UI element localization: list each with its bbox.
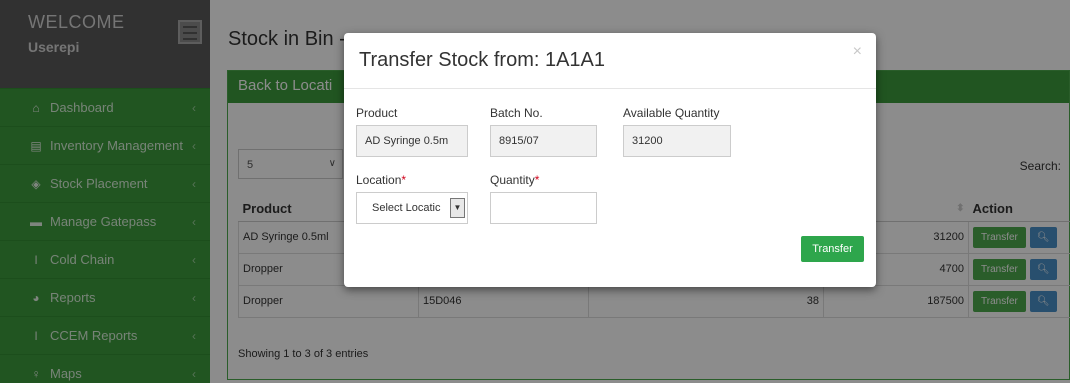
location-label: Location* (356, 173, 406, 187)
required-mark: * (534, 173, 540, 187)
required-mark: * (401, 173, 407, 187)
transfer-stock-modal: Transfer Stock from: 1A1A1 × Product AD … (344, 33, 876, 287)
modal-body: Product AD Syringe 0.5m Batch No. 8915/0… (344, 89, 876, 287)
product-label: Product (356, 106, 398, 120)
available-quantity-field[interactable]: 31200 (623, 125, 731, 157)
available-quantity-label: Available Quantity (623, 106, 720, 120)
transfer-button[interactable]: Transfer (801, 236, 864, 262)
close-icon[interactable]: × (853, 43, 862, 61)
quantity-label-text: Quantity (490, 173, 535, 187)
quantity-input[interactable] (490, 192, 597, 224)
modal-header: Transfer Stock from: 1A1A1 × (344, 33, 876, 89)
batch-field[interactable]: 8915/07 (490, 125, 597, 157)
product-field[interactable]: AD Syringe 0.5m (356, 125, 468, 157)
location-select[interactable]: Select Locatic ▼ (356, 192, 468, 224)
modal-title: Transfer Stock from: 1A1A1 (359, 49, 606, 71)
location-label-text: Location (356, 173, 402, 187)
quantity-label: Quantity* (490, 173, 539, 187)
batch-label: Batch No. (490, 106, 543, 120)
location-select-value: Select Locatic (372, 202, 441, 214)
chevron-down-icon: ▼ (450, 198, 465, 218)
